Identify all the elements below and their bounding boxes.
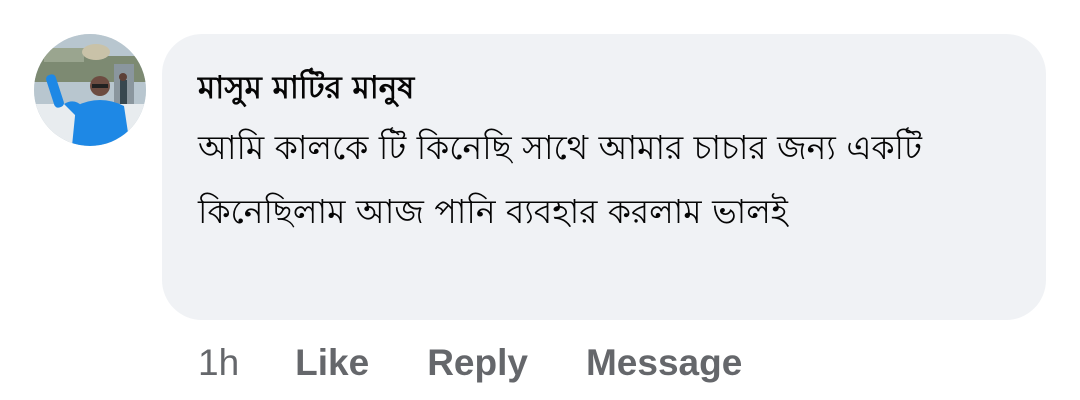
- like-button[interactable]: Like: [295, 342, 369, 384]
- comment: মাসুম মাটির মানুষ আমি কালকে টি কিনেছি সা…: [0, 0, 1080, 400]
- comment-author[interactable]: মাসুম মাটির মানুষ: [198, 66, 1006, 110]
- comment-bubble: মাসুম মাটির মানুষ আমি কালকে টি কিনেছি সা…: [162, 34, 1046, 320]
- avatar[interactable]: [34, 34, 146, 146]
- avatar-photo: [34, 34, 146, 146]
- reply-button[interactable]: Reply: [427, 342, 528, 384]
- comment-text: আমি কালকে টি কিনেছি সাথে আমার চাচার জন্য…: [198, 128, 922, 231]
- message-button[interactable]: Message: [586, 342, 742, 384]
- comment-actions: 1h Like Reply Message: [198, 338, 800, 388]
- comment-timestamp[interactable]: 1h: [198, 342, 239, 384]
